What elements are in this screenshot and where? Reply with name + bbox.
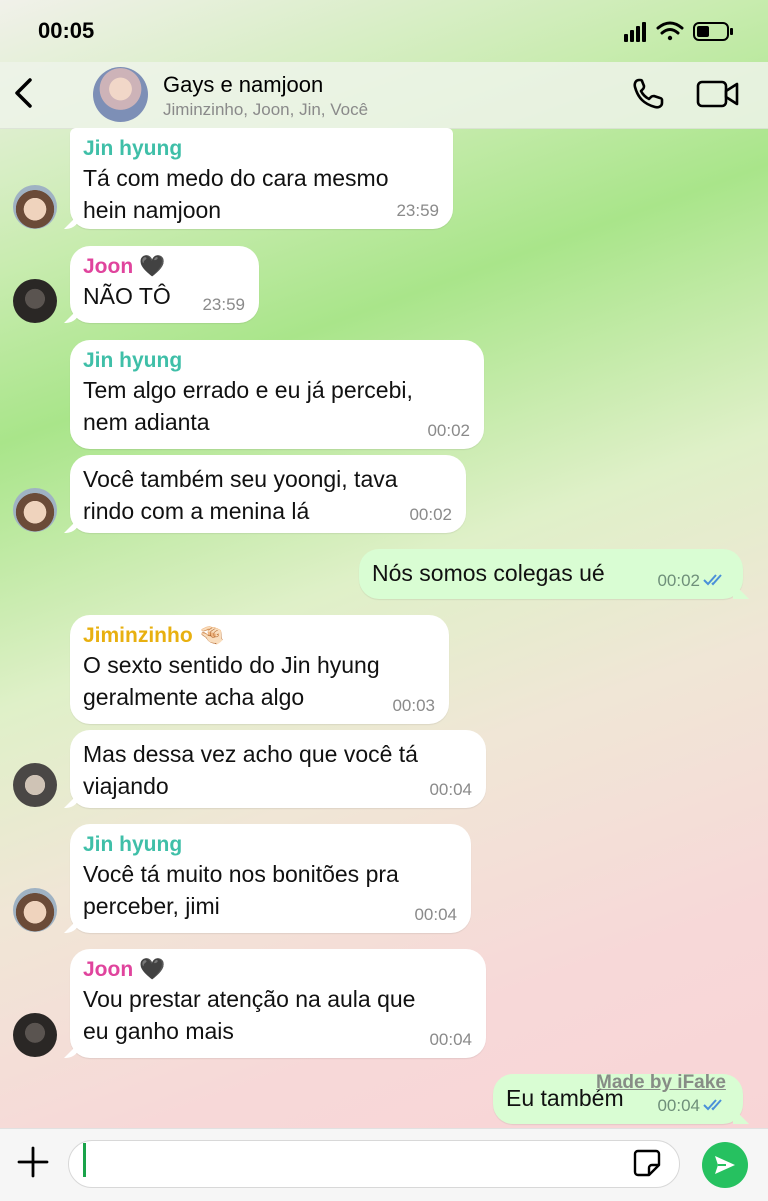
battery-icon: [693, 22, 733, 41]
message-bubble[interactable]: Jin hyung Você tá muito nos bonitões pra…: [70, 824, 471, 933]
message-bubble[interactable]: Mas dessa vez acho que você tá viajando …: [70, 730, 486, 808]
message-bubble[interactable]: Jiminzinho 🤏🏻 O sexto sentido do Jin hyu…: [70, 615, 449, 724]
send-icon: [715, 1156, 735, 1174]
message-list[interactable]: Jin hyung Tá com medo do cara mesmo hein…: [0, 128, 768, 1128]
message-sender: Jiminzinho 🤏🏻: [83, 624, 225, 647]
text-cursor: [83, 1143, 86, 1177]
phone-icon[interactable]: [630, 76, 666, 112]
message-time: 23:59: [202, 295, 245, 314]
message-time: 00:03: [392, 696, 435, 715]
composer-bar: [0, 1128, 768, 1201]
avatar-joon[interactable]: [13, 279, 57, 323]
message-time: 00:04: [429, 780, 472, 799]
message-text: Você também seu yoongi, tava rindo com a…: [83, 466, 398, 524]
message-time-value: 00:02: [657, 571, 700, 590]
message-text: Tem algo errado e eu já percebi, nem adi…: [83, 377, 413, 435]
double-check-icon: [703, 1099, 722, 1111]
avatar-joon[interactable]: [13, 1013, 57, 1057]
message-time-value: 00:04: [657, 1096, 700, 1115]
avatar-jin[interactable]: [13, 488, 57, 532]
message-text: Vou prestar atenção na aula que eu ganho…: [83, 986, 416, 1044]
video-camera-icon[interactable]: [696, 78, 740, 110]
message-text: Tá com medo do cara mesmo hein namjoon: [83, 165, 389, 223]
message-time: 00:04: [414, 905, 457, 924]
message-sender: Joon 🖤: [83, 255, 166, 278]
message-bubble[interactable]: Você também seu yoongi, tava rindo com a…: [70, 455, 466, 533]
wifi-icon: [656, 21, 684, 41]
message-time: 00:04: [657, 1096, 729, 1116]
chat-title[interactable]: Gays e namjoon: [163, 72, 323, 98]
avatar-jin[interactable]: [13, 888, 57, 932]
back-chevron-icon[interactable]: [10, 76, 38, 110]
message-time: 00:04: [429, 1030, 472, 1049]
status-icons: [624, 21, 733, 42]
plus-icon[interactable]: [16, 1145, 50, 1179]
message-sender: Jin hyung: [83, 833, 183, 856]
status-bar: 00:05: [0, 0, 768, 62]
avatar-jin[interactable]: [13, 185, 57, 229]
avatar-jimin[interactable]: [13, 763, 57, 807]
message-bubble[interactable]: Joon 🖤 NÃO TÔ 23:59: [70, 246, 259, 323]
message-bubble[interactable]: Joon 🖤 Vou prestar atenção na aula que e…: [70, 949, 486, 1058]
watermark: Made by iFake: [596, 1072, 726, 1093]
double-check-icon: [703, 574, 722, 586]
sticker-icon[interactable]: [632, 1148, 662, 1178]
message-time: 00:02: [427, 421, 470, 440]
message-text: Você tá muito nos bonitões pra perceber,…: [83, 861, 399, 919]
send-button[interactable]: [702, 1142, 748, 1188]
message-time: 00:02: [409, 505, 452, 524]
message-sender: Jin hyung: [83, 137, 183, 160]
chat-header: Gays e namjoon Jiminzinho, Joon, Jin, Vo…: [0, 62, 768, 129]
message-bubble[interactable]: Jin hyung Tá com medo do cara mesmo hein…: [70, 128, 453, 229]
my-message-bubble[interactable]: Nós somos colegas ué 00:02: [359, 549, 743, 599]
message-text: Mas dessa vez acho que você tá viajando: [83, 741, 418, 799]
group-avatar[interactable]: [93, 67, 148, 122]
message-sender: Jin hyung: [83, 349, 183, 372]
status-time: 00:05: [38, 18, 95, 43]
message-input[interactable]: [68, 1140, 680, 1188]
message-time: 00:02: [657, 571, 729, 591]
message-sender: Joon 🖤: [83, 958, 166, 981]
message-bubble[interactable]: Jin hyung Tem algo errado e eu já perceb…: [70, 340, 484, 449]
signal-icon: [624, 22, 646, 42]
message-time: 23:59: [396, 201, 439, 220]
chat-members[interactable]: Jiminzinho, Joon, Jin, Você: [163, 100, 368, 120]
message-text: O sexto sentido do Jin hyung geralmente …: [83, 652, 380, 710]
